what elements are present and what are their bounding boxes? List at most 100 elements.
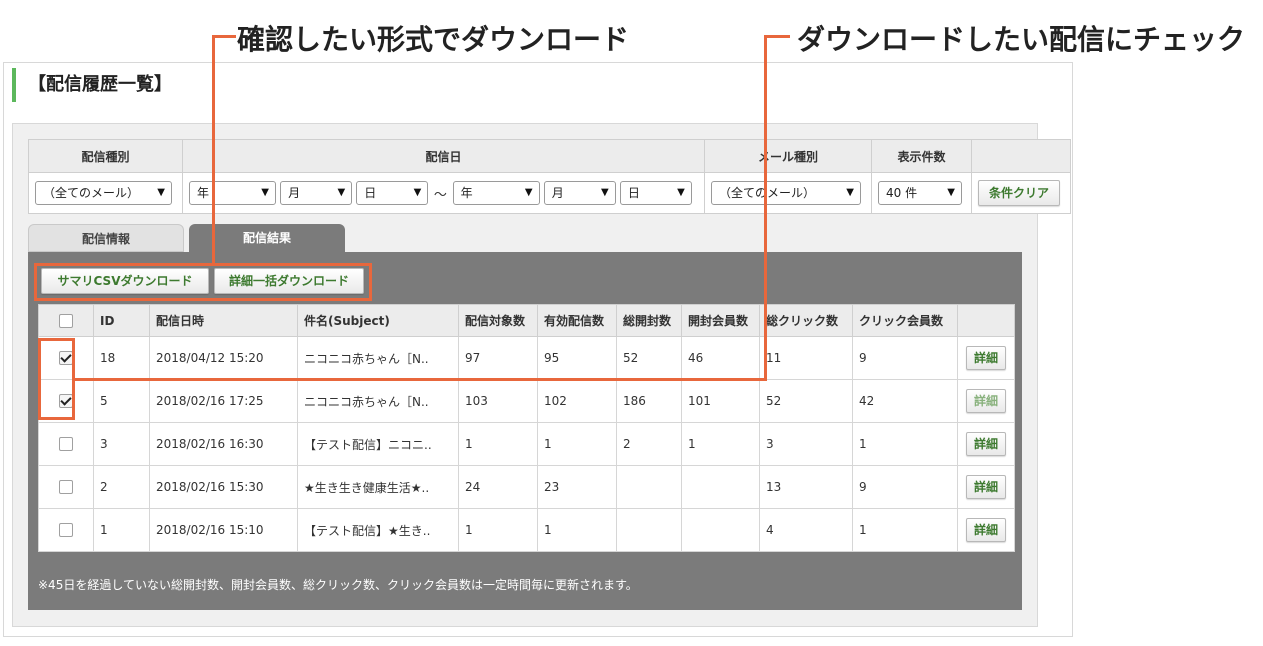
cell-id: 2 [93,465,150,509]
row-detail-cell: 詳細 [957,379,1015,423]
detail-button[interactable]: 詳細 [966,389,1006,413]
cell-target: 97 [458,336,538,380]
select-all-header [38,304,94,337]
cell-datetime: 2018/02/16 17:25 [149,379,298,423]
row-detail-cell: 詳細 [957,336,1015,380]
chevron-down-icon: ▼ [261,187,269,198]
cell-target: 1 [458,508,538,552]
cell-opens: 2 [616,422,682,466]
table-body: 18 2018/04/12 15:20 ニコニコ赤ちゃん［N.. 97 95 52 46 11… [38,336,1015,552]
filter-type-cell: （全てのメール） ▼ [28,172,183,214]
filter-clear-cell: 条件クリア [971,172,1071,214]
row-select-cell [38,508,94,552]
filter-header-mail-type: メール種別 [704,139,872,173]
display-count-value: 40 件 [886,186,918,200]
to-year-select[interactable]: 年 ▼ [452,181,540,205]
cell-open-members: 101 [681,379,760,423]
filter-header-date: 配信日 [182,139,705,173]
to-month-select[interactable]: 月 ▼ [543,181,616,205]
cell-datetime: 2018/02/16 15:30 [149,465,298,509]
col-header-id: ID [93,304,150,337]
cell-clicks: 4 [759,508,853,552]
filter-header-type: 配信種別 [28,139,183,173]
table-row: 5 2018/02/16 17:25 ニコニコ赤ちゃん［N.. 103 102 186 10… [38,379,1015,423]
cell-subject: ★生き生き健康生活★.. [297,465,459,509]
cell-click-members: 42 [852,379,958,423]
detail-button[interactable]: 詳細 [966,346,1006,370]
row-checkbox[interactable] [59,437,73,452]
delivery-type-select[interactable]: （全てのメール） ▼ [35,181,172,205]
col-header-datetime: 配信日時 [149,304,298,337]
cell-subject: 【テスト配信】ニコニ.. [297,422,459,466]
update-note: ※45日を経過していない総開封数、開封会員数、総クリック数、クリック会員数は一定… [38,578,638,592]
detail-button[interactable]: 詳細 [966,475,1006,499]
clear-conditions-button[interactable]: 条件クリア [978,180,1060,206]
row-select-cell [38,465,94,509]
col-header-clicks: 総クリック数 [759,304,853,337]
row-detail-cell: 詳細 [957,508,1015,552]
table-row: 18 2018/04/12 15:20 ニコニコ赤ちゃん［N.. 97 95 52 46 11… [38,336,1015,380]
to-year-value: 年 [460,186,473,200]
cell-open-members: 46 [681,336,760,380]
cell-open-members [681,465,760,509]
detail-button[interactable]: 詳細 [966,432,1006,456]
display-count-select[interactable]: 40 件 ▼ [878,181,962,205]
row-checkbox[interactable] [59,523,73,538]
chevron-down-icon: ▼ [677,187,685,198]
cell-opens: 52 [616,336,682,380]
from-day-select[interactable]: 日 ▼ [356,181,429,205]
from-month-select[interactable]: 月 ▼ [280,181,353,205]
callout-line-right-top [764,35,790,38]
chevron-down-icon: ▼ [337,187,346,198]
select-all-checkbox[interactable] [59,313,73,328]
page-title: 【配信履歴一覧】 [12,68,172,102]
from-year-value: 年 [197,186,210,200]
cell-valid: 102 [537,379,617,423]
cell-valid: 23 [537,465,617,509]
cell-valid: 1 [537,422,617,466]
cell-click-members: 9 [852,336,958,380]
chevron-down-icon: ▼ [524,187,533,198]
cell-datetime: 2018/02/16 15:10 [149,508,298,552]
to-day-select[interactable]: 日 ▼ [619,181,692,205]
from-year-select[interactable]: 年 ▼ [189,181,276,205]
row-detail-cell: 詳細 [957,465,1015,509]
callout-line-right-vertical [764,35,767,381]
mail-type-select[interactable]: （全てのメール） ▼ [711,181,861,205]
cell-opens [616,465,682,509]
chevron-down-icon: ▼ [601,187,609,198]
col-header-click-members: クリック会員数 [852,304,958,337]
callout-download-format: 確認したい形式でダウンロード [237,23,630,56]
detail-button[interactable]: 詳細 [966,518,1006,542]
to-day-value: 日 [627,186,640,200]
callout-line-left-top [212,35,236,38]
cell-target: 1 [458,422,538,466]
cell-datetime: 2018/02/16 16:30 [149,422,298,466]
filter-mail-type-cell: （全てのメール） ▼ [704,172,872,214]
cell-open-members: 1 [681,422,760,466]
callout-line-left-vertical [212,35,215,265]
cell-click-members: 9 [852,465,958,509]
chevron-down-icon: ▼ [157,187,165,198]
chevron-down-icon: ▼ [846,187,854,198]
cell-id: 18 [93,336,150,380]
col-header-open-members: 開封会員数 [681,304,760,337]
col-header-subject: 件名(Subject) [297,304,459,337]
delivery-history-table: ID 配信日時 件名(Subject) 配信対象数 有効配信数 総開封数 開封会… [38,304,1015,552]
cell-id: 1 [93,508,150,552]
chevron-down-icon: ▼ [413,187,422,198]
filter-count-cell: 40 件 ▼ [871,172,972,214]
tab-delivery-info[interactable]: 配信情報 [28,224,184,252]
col-header-detail [957,304,1015,337]
table-row: 3 2018/02/16 16:30 【テスト配信】ニコニ.. 1 1 2 1 3 1 詳細 [38,422,1015,466]
date-range-separator: ～ [433,187,447,203]
col-header-target: 配信対象数 [458,304,538,337]
checkbox-highlight [38,338,75,420]
cell-click-members: 1 [852,422,958,466]
row-checkbox[interactable] [59,480,73,495]
callout-line-right-horizontal [72,378,767,381]
row-select-cell [38,422,94,466]
from-month-value: 月 [288,186,301,200]
cell-open-members [681,508,760,552]
table-row: 2 2018/02/16 15:30 ★生き生き健康生活★.. 24 23 13 9 詳細 [38,465,1015,509]
